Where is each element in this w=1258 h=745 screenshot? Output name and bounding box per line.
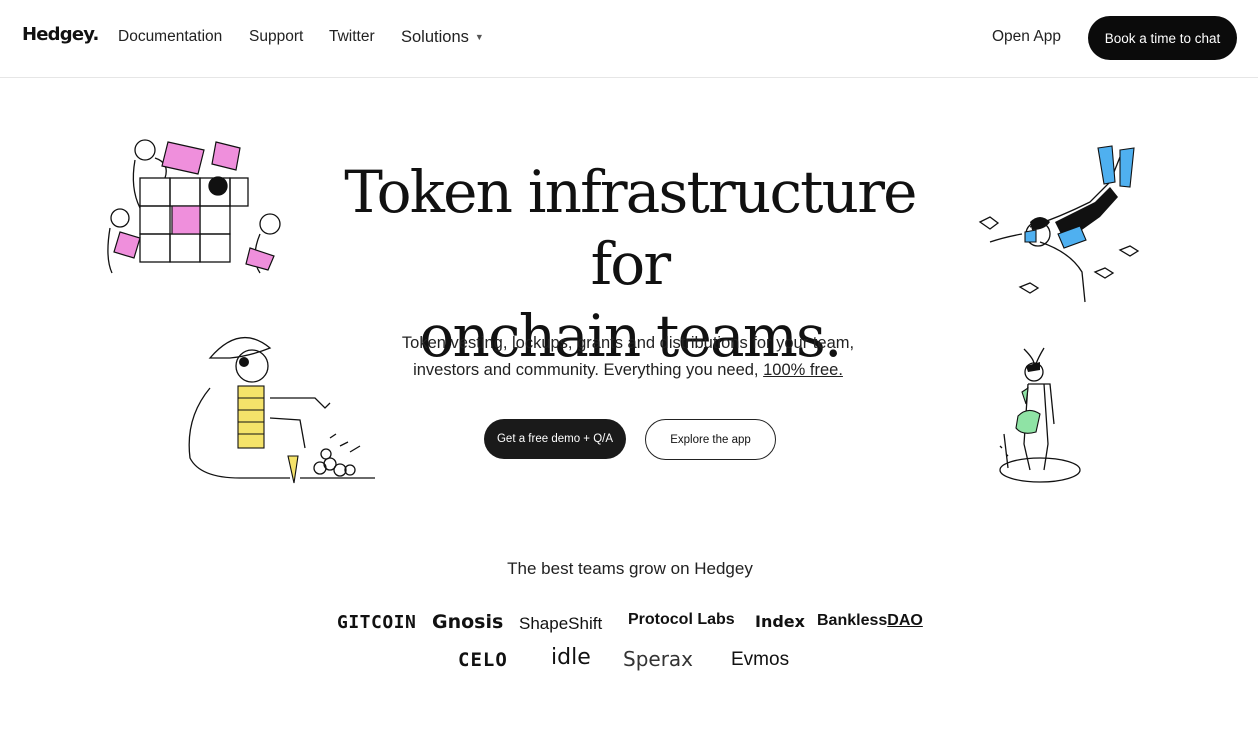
nav-documentation-link[interactable]: Documentation <box>118 28 222 46</box>
partners-heading: The best teams grow on Hedgey <box>507 559 753 578</box>
bankless-logo-text: Bankless <box>817 612 888 629</box>
index-logo: Index <box>755 612 805 631</box>
free-link[interactable]: 100% free. <box>763 361 843 379</box>
idle-logo: idle <box>551 645 591 670</box>
gitcoin-logo: GITCOIN <box>337 612 417 633</box>
book-chat-button[interactable]: Book a time to chat <box>1088 16 1237 60</box>
nav-twitter-link[interactable]: Twitter <box>329 28 375 46</box>
diver-illustration <box>978 145 1140 303</box>
open-app-link[interactable]: Open App <box>992 28 1061 46</box>
sperax-logo: Sperax <box>623 647 694 671</box>
caret-down-icon: ▼ <box>474 32 484 42</box>
nav-solutions-label: Solutions <box>401 28 469 46</box>
bankless-dao-logo: BanklessDAO <box>817 612 923 630</box>
hedgey-logo[interactable]: Hedgey. <box>22 24 99 45</box>
gardener-illustration <box>999 347 1081 483</box>
hero-subtitle-line-1: Token vesting, lockups, grants and distr… <box>401 334 855 352</box>
free-demo-button[interactable]: Get a free demo + Q/A <box>484 419 626 459</box>
hero-subtitle: Token vesting, lockups, grants and distr… <box>378 330 878 384</box>
hero-title-line-1: Token infrastructure for <box>344 158 917 298</box>
hero-subtitle-text: investors and community. Everything you … <box>413 361 759 379</box>
protocol-labs-logo: Protocol Labs <box>628 611 735 628</box>
hero-subtitle-line-2: investors and community. Everything you … <box>378 357 878 384</box>
nav-solutions-dropdown[interactable]: Solutions ▼ <box>401 28 484 47</box>
puzzle-team-illustration <box>107 139 281 274</box>
shapeshift-logo: ShapeShift <box>519 614 603 633</box>
dao-logo-text: DAO <box>887 612 923 629</box>
gnosis-logo: Gnosis <box>432 611 504 633</box>
nav-support-link[interactable]: Support <box>249 28 303 46</box>
celo-logo: CELO <box>458 649 508 671</box>
evmos-logo: Evmos <box>731 649 790 670</box>
explore-app-button[interactable]: Explore the app <box>645 419 776 460</box>
top-navigation: Hedgey. Documentation Support Twitter So… <box>0 0 1258 78</box>
